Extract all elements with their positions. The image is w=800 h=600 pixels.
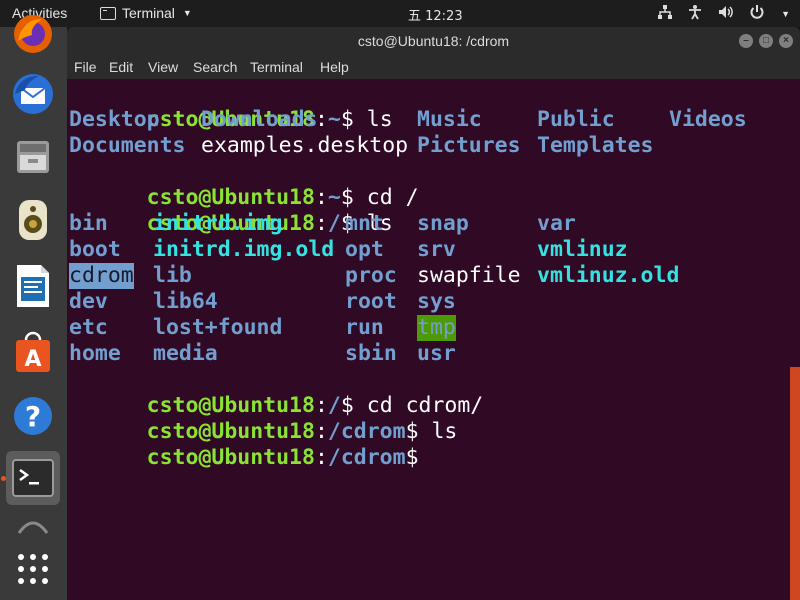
terminal-icon (100, 6, 116, 20)
listing-row: bin initrd.img mnt snap var (69, 211, 799, 237)
menu-search[interactable]: Search (193, 59, 237, 75)
link-entry: initrd.img (153, 211, 283, 236)
top-bar: Activities Terminal ▼ 五 12:23 ▼ (0, 0, 800, 27)
command-text: ls (418, 419, 458, 444)
minimize-button[interactable]: – (739, 34, 753, 48)
scrollbar[interactable] (790, 367, 800, 600)
dir-entry: sbin (345, 341, 397, 366)
listing-row: home media sbin usr (69, 341, 799, 367)
dir-entry: proc (345, 263, 397, 288)
dir-entry: run (345, 315, 384, 340)
dir-entry: Templates (537, 133, 654, 158)
system-tray[interactable]: ▼ (657, 4, 790, 23)
dir-entry: snap (417, 211, 469, 236)
dir-entry: Videos (669, 107, 747, 132)
running-indicator (1, 476, 6, 481)
firefox-icon[interactable] (6, 7, 60, 61)
menu-file[interactable]: File (74, 59, 97, 75)
help-icon[interactable]: ? (6, 389, 60, 443)
menu-help[interactable]: Help (320, 59, 349, 75)
close-button[interactable]: × (779, 34, 793, 48)
terminal-output[interactable]: csto@Ubuntu18:~$ ls Desktop Downloads Mu… (67, 79, 800, 600)
dir-entry: srv (417, 237, 456, 262)
dir-entry: var (537, 211, 576, 236)
file-entry: examples.desktop (201, 133, 409, 158)
prompt-line: csto@Ubuntu18:/cdrom$ ls (146, 419, 458, 444)
dir-entry: media (153, 341, 218, 366)
dir-entry: Music (417, 107, 482, 132)
accessibility-icon[interactable] (687, 4, 703, 23)
dir-entry: mnt (345, 211, 384, 236)
dir-entry-highlighted: cdrom (69, 263, 134, 289)
sticky-dir-entry: tmp (417, 315, 456, 341)
clock[interactable]: 五 12:23 (408, 5, 463, 24)
window-title: csto@Ubuntu18: /cdrom (357, 33, 510, 49)
chevron-down-icon: ▼ (182, 8, 192, 18)
libreoffice-writer-icon[interactable] (6, 259, 60, 313)
dir-entry: lost+found (153, 315, 283, 340)
prompt-line: csto@Ubuntu18:~$ cd / (146, 185, 419, 210)
app-menu[interactable]: Terminal ▼ (100, 5, 192, 21)
dir-entry: sys (417, 289, 456, 314)
listing-row: dev lib64 root sys (69, 289, 799, 315)
dir-entry: lib64 (153, 289, 218, 314)
svg-text:?: ? (25, 400, 41, 433)
window-titlebar[interactable]: csto@Ubuntu18: /cdrom – □ × (67, 27, 800, 55)
maximize-button[interactable]: □ (759, 34, 773, 48)
dir-entry: Public (537, 107, 615, 132)
link-entry: initrd.img.old (153, 237, 335, 262)
dir-entry: Desktop (69, 107, 160, 132)
dir-entry: usr (417, 341, 456, 366)
file-entry: swapfile (417, 263, 521, 288)
chevron-down-icon[interactable]: ▼ (781, 9, 790, 19)
menu-terminal[interactable]: Terminal (250, 59, 303, 75)
dir-entry: dev (69, 289, 108, 314)
app-menu-label: Terminal (122, 5, 175, 21)
dir-entry: boot (69, 237, 121, 262)
dir-entry: home (69, 341, 121, 366)
terminal-app-icon[interactable] (6, 451, 60, 505)
thunderbird-icon[interactable] (6, 67, 60, 121)
rhythmbox-icon[interactable] (6, 193, 60, 247)
link-entry: vmlinuz (537, 237, 628, 262)
show-applications-icon[interactable] (6, 542, 60, 596)
link-entry: vmlinuz.old (537, 263, 680, 288)
prompt-path: /cdrom (327, 445, 406, 470)
dir-entry: lib (153, 263, 192, 288)
prompt-line: csto@Ubuntu18:/$ cd cdrom/ (146, 393, 484, 418)
listing-row: cdrom lib proc swapfile vmlinuz.old (69, 263, 799, 289)
network-icon[interactable] (657, 4, 673, 23)
user-host: csto@Ubuntu18 (146, 445, 315, 470)
prompt-line: csto@Ubuntu18:~$ ls (146, 107, 393, 132)
svg-text:A: A (24, 347, 41, 372)
dir-entry: root (345, 289, 397, 314)
dir-entry: Documents (69, 133, 186, 158)
dir-entry: etc (69, 315, 108, 340)
prompt-line: csto@Ubuntu18:/$ ls (146, 211, 393, 236)
listing-row: Desktop Downloads Music Public Videos (69, 107, 799, 133)
listing-row: Documents examples.desktop Pictures Temp… (69, 133, 799, 159)
menu-view[interactable]: View (148, 59, 178, 75)
dock: A ? (0, 15, 67, 600)
menu-edit[interactable]: Edit (109, 59, 133, 75)
volume-icon[interactable] (717, 4, 735, 23)
ubuntu-software-icon[interactable]: A (6, 325, 60, 379)
dir-entry: opt (345, 237, 384, 262)
dir-entry: Pictures (417, 133, 521, 158)
prompt-line-current[interactable]: csto@Ubuntu18:/cdrom$ (69, 419, 419, 470)
power-icon[interactable] (749, 4, 765, 23)
listing-row: boot initrd.img.old opt srv vmlinuz (69, 237, 799, 263)
menu-bar: File Edit View Search Terminal Help (67, 55, 800, 79)
listing-row: etc lost+found run tmp (69, 315, 799, 341)
terminal-window: csto@Ubuntu18: /cdrom – □ × File Edit Vi… (67, 27, 800, 600)
dir-entry: Downloads (201, 107, 318, 132)
dir-entry: bin (69, 211, 108, 236)
trash-icon[interactable] (6, 515, 60, 535)
files-icon[interactable] (6, 129, 60, 183)
